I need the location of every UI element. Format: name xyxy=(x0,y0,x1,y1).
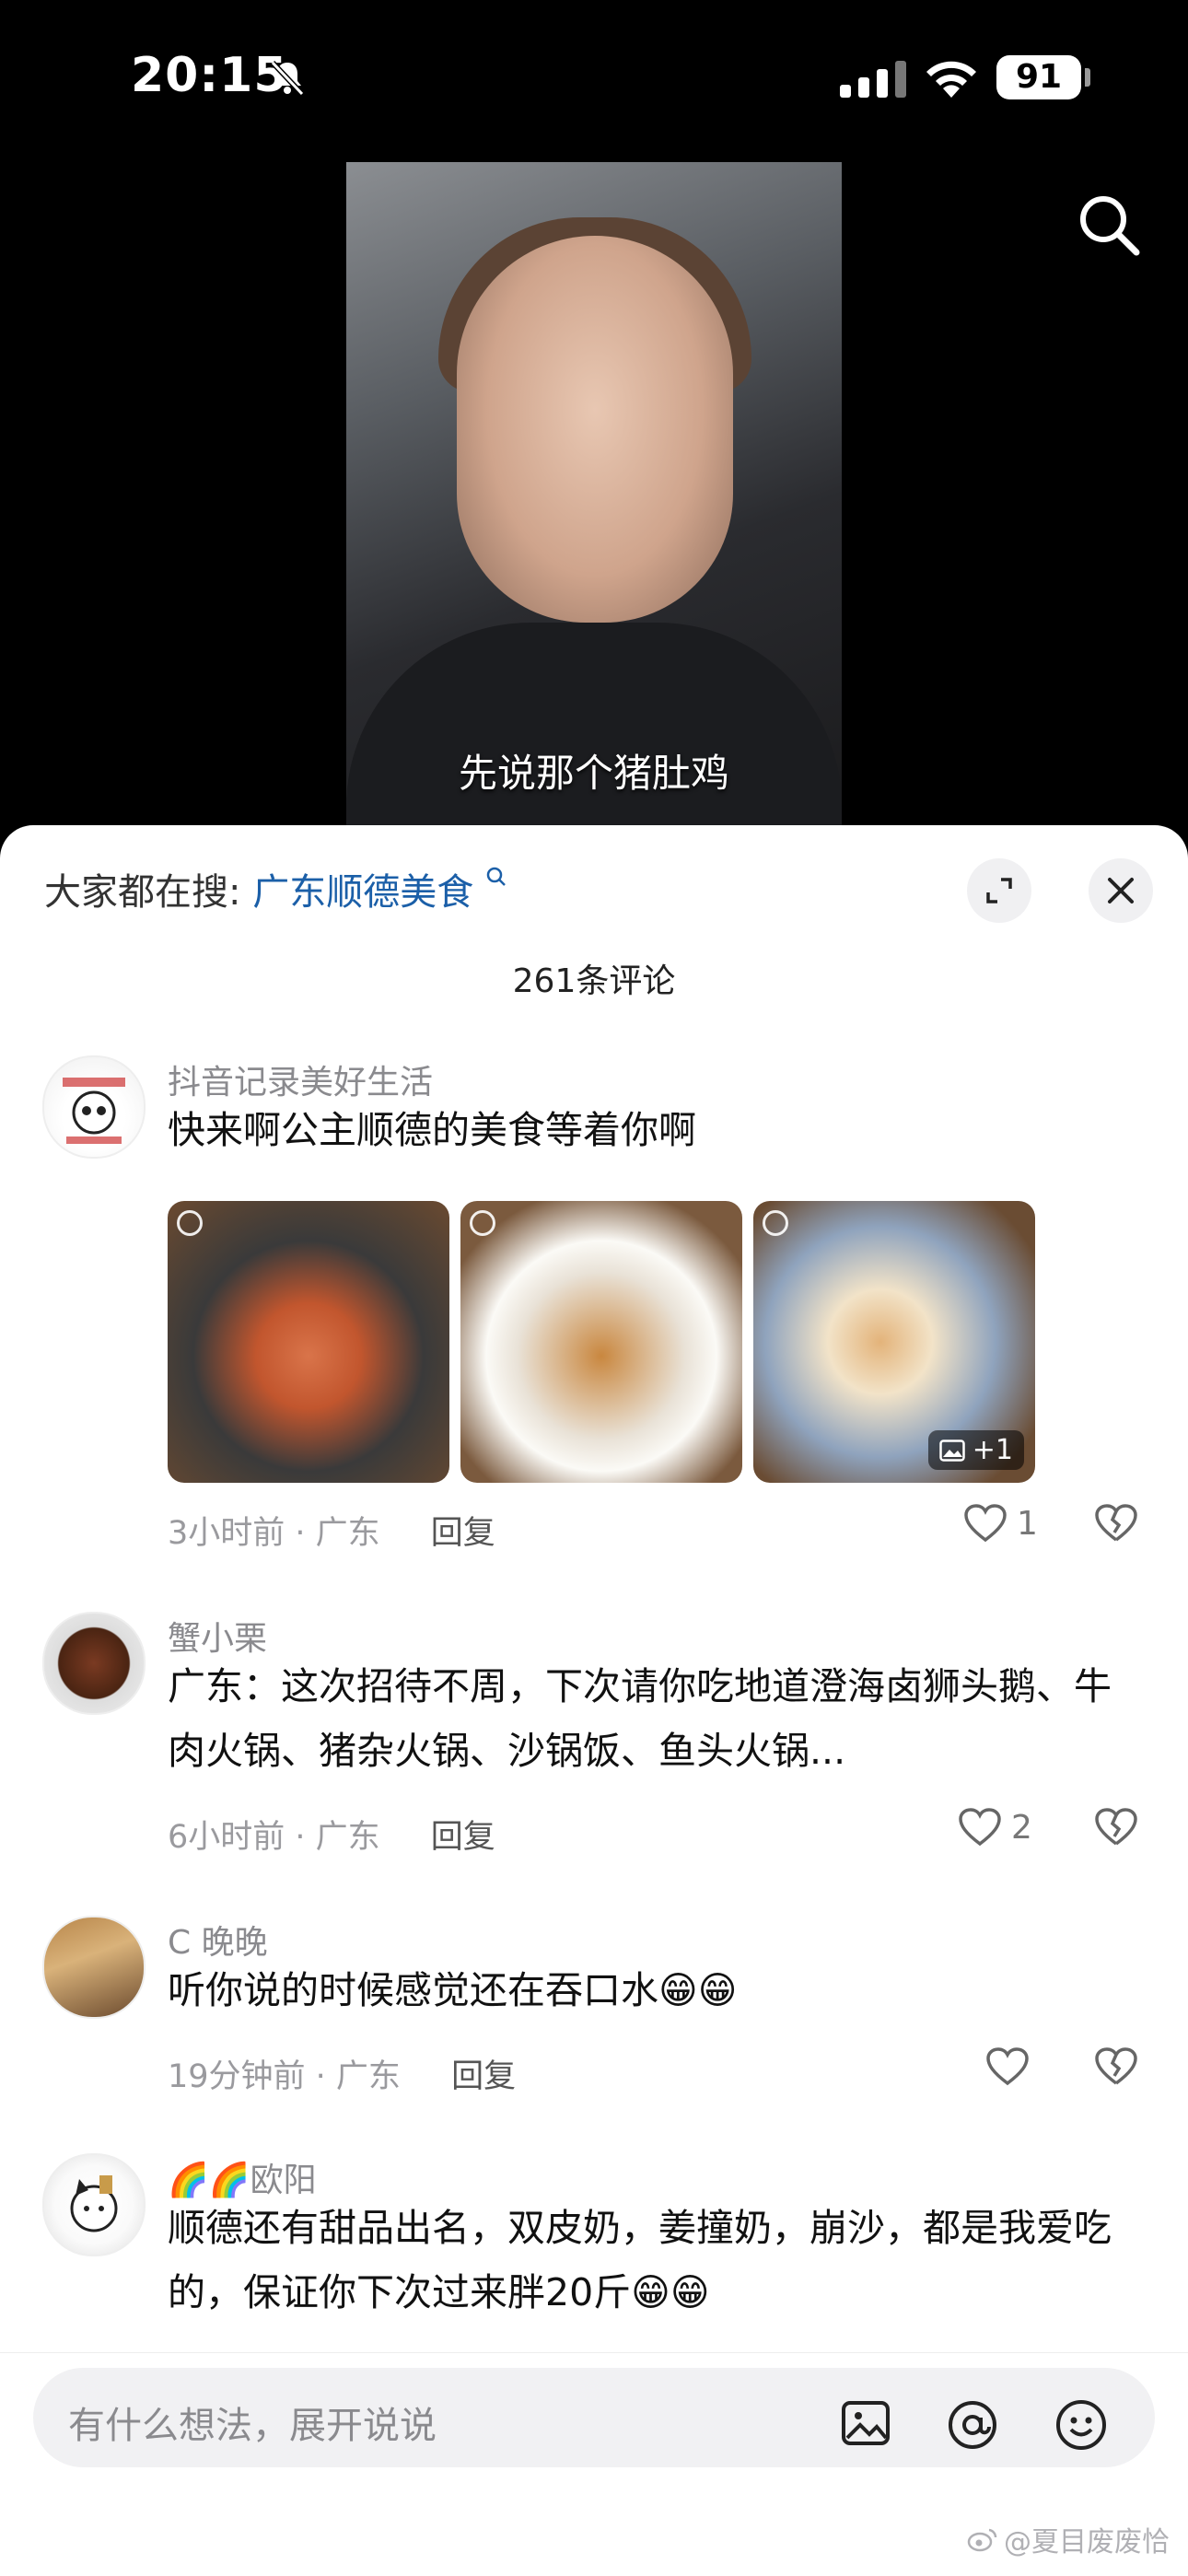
dislike-broken-heart-icon[interactable] xyxy=(1094,1503,1138,1544)
comment-meta: 3小时前 · 广东 回复 xyxy=(168,1507,495,1554)
comment-input-placeholder: 有什么想法，展开说说 xyxy=(68,2405,437,2447)
comment-time-location: 3小时前 · 广东 xyxy=(168,1515,380,1552)
video-frame-face xyxy=(457,236,733,623)
reply-button[interactable]: 回复 xyxy=(451,2058,516,2095)
search-small-icon xyxy=(486,867,506,886)
like-count: 2 xyxy=(1011,1808,1032,1847)
panda-avatar-icon xyxy=(63,1078,125,1144)
comment-photos: +1 xyxy=(168,1201,1035,1483)
comment-username[interactable]: 🌈🌈欧阳 xyxy=(168,2153,317,2201)
like-button[interactable] xyxy=(985,2046,1039,2087)
comment-text: 顺德还有甜品出名，双皮奶，姜撞奶，崩沙，都是我爱吃的，保证你下次过来胖20斤😁😁 xyxy=(168,2206,1112,2314)
comment-time-location: 6小时前 · 广东 xyxy=(168,1819,380,1856)
comment-photo[interactable] xyxy=(460,1201,742,1483)
avatar[interactable] xyxy=(42,1916,146,2019)
comment-text: 广东：这次招待不周，下次请你吃地道澄海卤狮头鹅、牛肉火锅、猪杂火锅、沙锅饭、鱼头… xyxy=(168,1664,1112,1773)
comment-time-location: 19分钟前 · 广东 xyxy=(168,2058,401,2095)
expand-button[interactable] xyxy=(967,858,1031,923)
more-photos-badge: +1 xyxy=(927,1430,1024,1470)
live-photo-icon xyxy=(763,1210,788,1236)
like-count: 1 xyxy=(1017,1504,1038,1543)
battery-indicator: 91 xyxy=(996,55,1081,99)
search-suggestion-prefix: 大家都在搜: xyxy=(44,871,241,914)
comment-input[interactable]: 有什么想法，展开说说 xyxy=(33,2368,1155,2467)
status-bar: 20:15 91 xyxy=(0,0,1188,157)
comment-username[interactable]: 抖音记录美好生活 xyxy=(168,1055,433,1103)
video-frame-jacket xyxy=(346,623,842,834)
comment-input-bar: 有什么想法，展开说说 @夏目废废恰 xyxy=(0,2352,1188,2576)
cellular-signal-icon xyxy=(840,61,906,98)
avatar[interactable] xyxy=(42,1612,146,1715)
mention-icon[interactable] xyxy=(945,2397,1000,2453)
avatar[interactable] xyxy=(42,2153,146,2256)
status-time: 20:15 xyxy=(131,48,288,103)
image-picker-icon[interactable] xyxy=(840,2397,891,2449)
comment-username[interactable]: C 晚晚 xyxy=(168,1916,268,1964)
close-button[interactable] xyxy=(1089,858,1153,923)
live-photo-icon xyxy=(470,1210,495,1236)
watermark-text: @夏目废废恰 xyxy=(1004,2526,1170,2559)
reply-button[interactable]: 回复 xyxy=(431,1515,495,1552)
emoji-icon[interactable] xyxy=(1054,2397,1109,2453)
like-button[interactable]: 2 xyxy=(958,1807,1032,1847)
search-suggestion[interactable]: 大家都在搜: 广东顺德美食 xyxy=(44,862,507,915)
image-icon xyxy=(939,1439,965,1462)
close-icon xyxy=(1108,878,1134,903)
search-suggestion-keyword[interactable]: 广东顺德美食 xyxy=(252,871,473,914)
mute-bell-icon xyxy=(270,60,305,97)
heart-icon xyxy=(964,1504,1007,1543)
dislike-broken-heart-icon[interactable] xyxy=(1094,1807,1138,1847)
comment-text: 快来啊公主顺德的美食等着你啊 xyxy=(168,1108,696,1152)
comment-meta: 19分钟前 · 广东 回复 xyxy=(168,2050,516,2097)
watermark: @夏目废废恰 xyxy=(967,2519,1170,2559)
avatar[interactable] xyxy=(42,1055,146,1159)
heart-icon xyxy=(986,2047,1029,2086)
heart-icon xyxy=(959,1808,1001,1847)
comment-photo[interactable]: +1 xyxy=(753,1201,1035,1483)
wifi-icon xyxy=(926,61,976,98)
battery-tip xyxy=(1085,68,1090,87)
comment-sheet: 大家都在搜: 广东顺德美食 261条评论 抖音记录美好生活 快来啊公主顺德的美食… xyxy=(0,825,1188,2575)
comment-username[interactable]: 蟹小栗 xyxy=(168,1612,267,1660)
live-photo-icon xyxy=(177,1210,203,1236)
reply-button[interactable]: 回复 xyxy=(431,1819,495,1856)
video-subtitle: 先说那个猪肚鸡 xyxy=(458,751,729,796)
video-player[interactable]: 先说那个猪肚鸡 xyxy=(346,162,842,834)
like-button[interactable]: 1 xyxy=(963,1503,1038,1544)
comment-count: 261条评论 xyxy=(512,962,676,1000)
more-photos-count: +1 xyxy=(972,1434,1013,1466)
comment-meta: 6小时前 · 广东 回复 xyxy=(168,1811,495,1858)
search-icon[interactable] xyxy=(1076,192,1144,260)
dislike-broken-heart-icon[interactable] xyxy=(1094,2046,1138,2087)
expand-icon xyxy=(986,878,1012,903)
cat-avatar-icon xyxy=(70,2175,118,2232)
comment-text: 听你说的时候感觉还在吞口水😁😁 xyxy=(168,1968,738,2012)
weibo-logo-icon xyxy=(967,2528,997,2552)
comment-photo[interactable] xyxy=(168,1201,449,1483)
